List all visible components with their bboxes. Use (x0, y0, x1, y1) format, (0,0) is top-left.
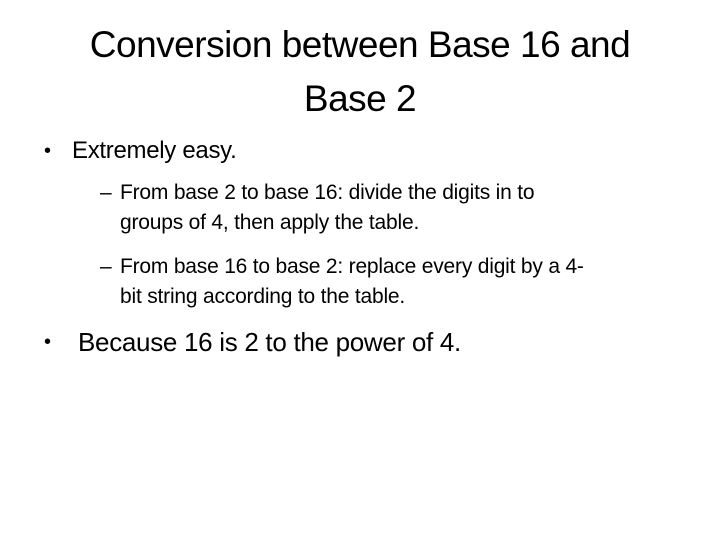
sub-bullet-text: From base 16 to base 2: replace every di… (100, 252, 660, 312)
dash-icon: – (100, 255, 112, 278)
bullet-dot-icon: • (44, 140, 51, 162)
title-line-2: Base 2 (303, 78, 417, 119)
sub-bullet-line-2: groups of 4, then apply the table. (120, 211, 420, 234)
sub-bullet-line-1: From base 2 to base 16: divide the digit… (120, 181, 535, 204)
title-line-1: Conversion between Base 16 and (89, 24, 631, 65)
sub-bullet-base2-to-base16: – From base 2 to base 16: divide the dig… (100, 178, 660, 238)
bullet-dot-icon: • (44, 331, 51, 353)
bullet-text: Extremely easy. (72, 137, 237, 164)
dash-icon: – (100, 181, 112, 204)
sub-bullet-base16-to-base2: – From base 16 to base 2: replace every … (100, 252, 660, 312)
sub-bullet-text: From base 2 to base 16: divide the digit… (100, 178, 660, 238)
bullet-text: Because 16 is 2 to the power of 4. (78, 327, 461, 357)
slide-title: Conversion between Base 16 and Base 2 (0, 18, 720, 126)
sub-bullet-line-1: From base 16 to base 2: replace every di… (120, 255, 584, 278)
sub-bullet-line-2: bit string according to the table. (120, 285, 406, 308)
